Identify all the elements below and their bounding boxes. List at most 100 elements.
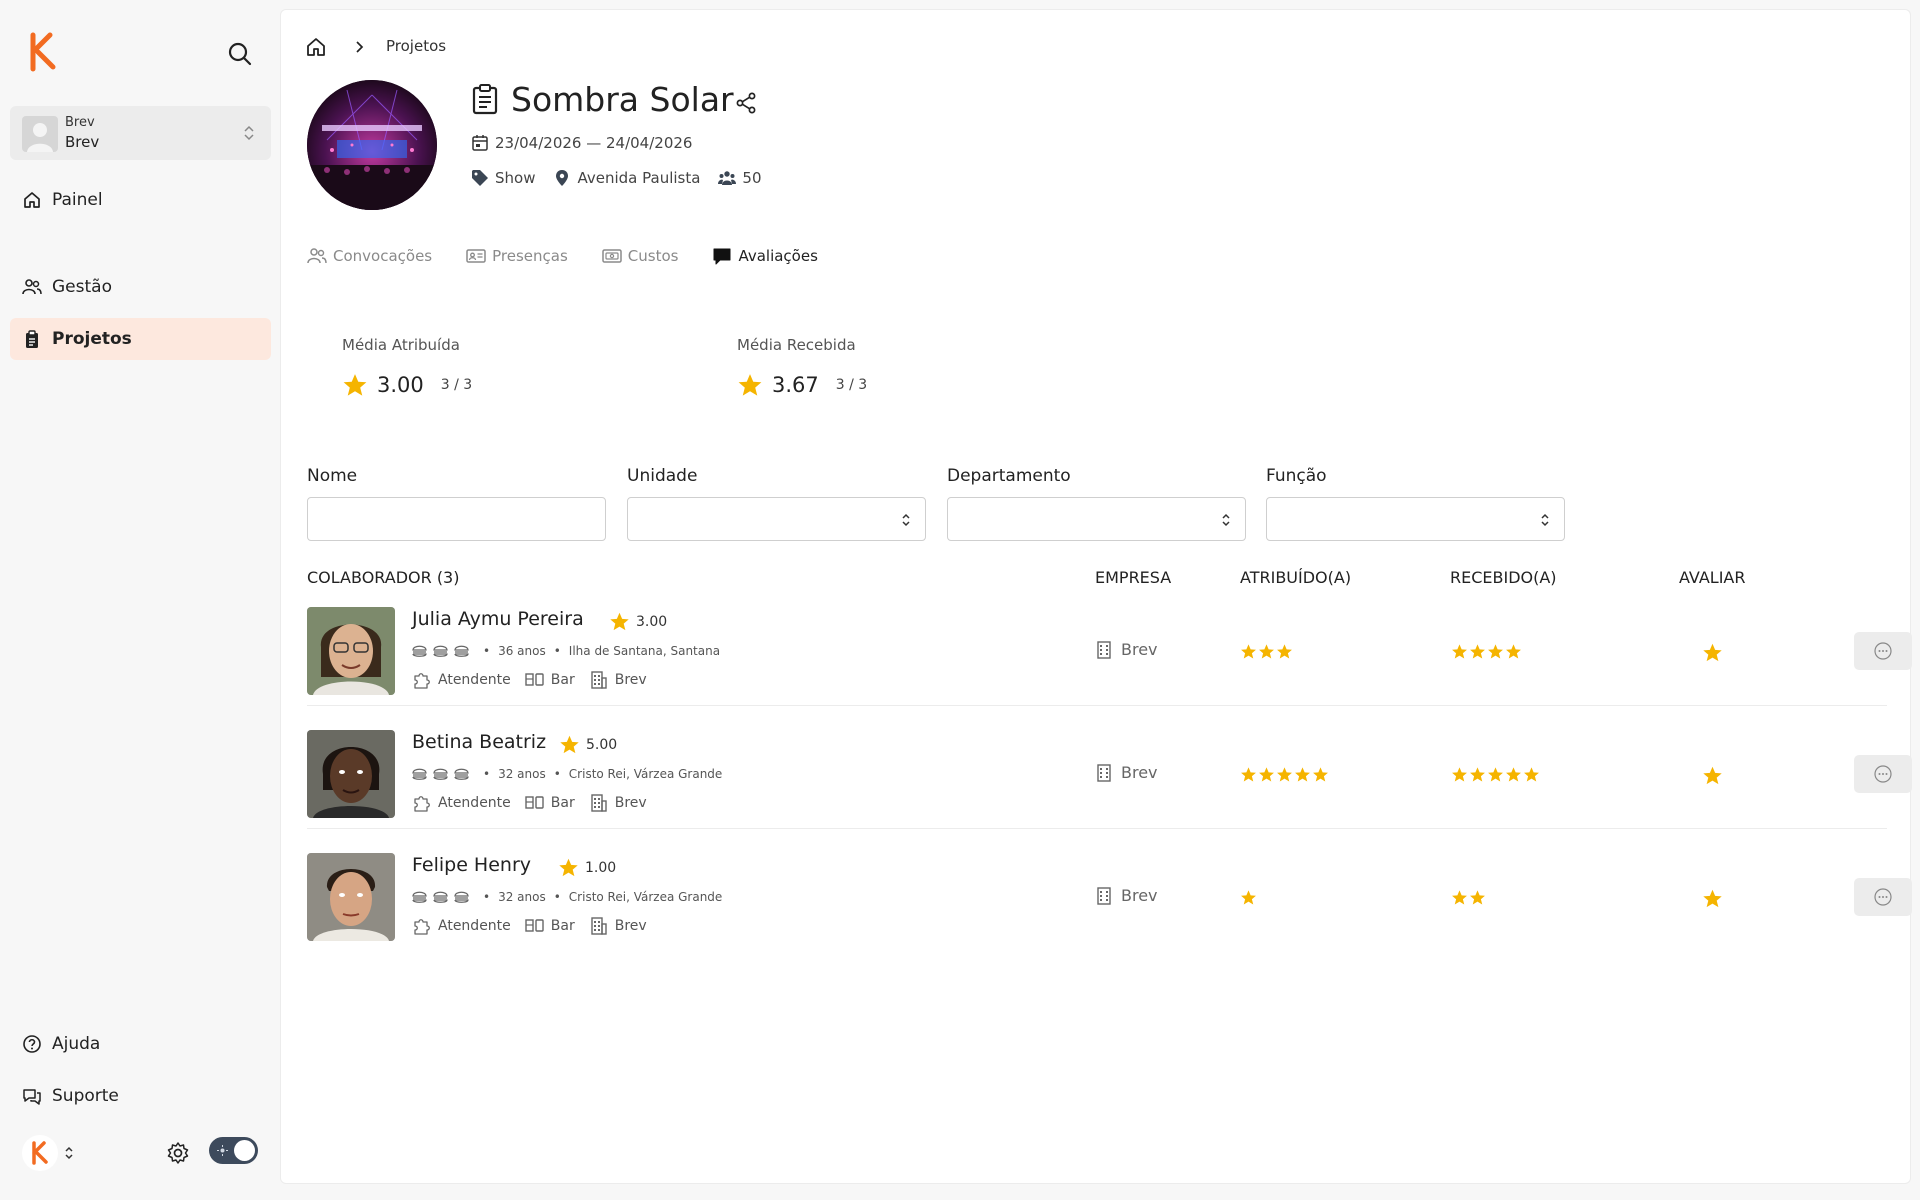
brand-logo-small[interactable]: [22, 1135, 58, 1171]
search-icon[interactable]: [224, 38, 256, 70]
home-icon[interactable]: [305, 36, 327, 58]
column-header-collaborator[interactable]: COLABORADOR (3): [307, 568, 459, 587]
more-icon: [1874, 888, 1892, 906]
people-icon: [718, 171, 737, 185]
hamburger-icon: [412, 768, 427, 780]
unit-select[interactable]: [627, 497, 926, 541]
gear-icon[interactable]: [166, 1141, 190, 1165]
name-input[interactable]: [307, 497, 606, 541]
clipboard-icon: [26, 330, 38, 348]
column-header-given[interactable]: ATRIBUÍDO(A): [1240, 568, 1351, 587]
given-stars: [1240, 643, 1294, 660]
star-icon: [1470, 767, 1485, 782]
given-stars: [1240, 766, 1330, 783]
sidebar-item-suporte[interactable]: Suporte: [10, 1075, 271, 1117]
company-name: Brev: [1121, 886, 1158, 905]
sidebar-item-ajuda[interactable]: Ajuda: [10, 1023, 271, 1065]
puzzle-icon: [414, 919, 430, 935]
id-card-icon: [466, 249, 486, 263]
building-icon: [591, 794, 607, 812]
org-switcher[interactable]: Brev Brev: [10, 106, 271, 160]
main-panel: Projetos Sombra Solar 23/04/2026 — 24/04…: [280, 9, 1912, 1184]
org-name: Brev: [65, 133, 100, 151]
building-icon: [1097, 640, 1111, 659]
more-icon: [1874, 642, 1892, 660]
sidebar-item-painel[interactable]: Painel: [10, 179, 271, 221]
sidebar-item-projetos[interactable]: Projetos: [10, 318, 271, 360]
company-name: Brev: [1121, 763, 1158, 782]
department-select[interactable]: [947, 497, 1246, 541]
star-icon: [1488, 767, 1503, 782]
rate-star-icon[interactable]: [1702, 888, 1723, 909]
building-icon: [1097, 763, 1111, 782]
person-name[interactable]: Felipe Henry: [412, 854, 531, 876]
tab-convocacoes[interactable]: Convocações: [307, 246, 432, 266]
person-sector: Bar: [550, 794, 575, 811]
more-options-button[interactable]: [1854, 878, 1912, 916]
filter-role: Função: [1266, 466, 1565, 541]
rate-star-icon[interactable]: [1702, 642, 1723, 663]
share-icon[interactable]: [734, 91, 758, 115]
sidebar-item-gestao[interactable]: Gestão: [10, 266, 271, 308]
sidebar-item-label: Ajuda: [52, 1034, 101, 1054]
building-icon: [591, 917, 607, 935]
person-role: Atendente: [438, 671, 511, 688]
chevron-updown-icon[interactable]: [64, 1144, 74, 1162]
star-icon: [1241, 890, 1256, 905]
person-name[interactable]: Julia Aymu Pereira: [412, 608, 584, 630]
metric-value: 3.67: [772, 373, 819, 397]
star-icon: [610, 612, 629, 631]
person-tags: Atendente Bar Brev: [412, 793, 647, 812]
star-icon: [1452, 644, 1467, 659]
filter-label: Nome: [307, 466, 358, 486]
avatar: [307, 607, 395, 695]
tab-custos[interactable]: Custos: [602, 246, 679, 266]
calendar-icon: [472, 135, 488, 151]
filter-name: Nome: [307, 466, 606, 541]
tab-label: Presenças: [492, 247, 568, 265]
star-icon: [1241, 767, 1256, 782]
location-pin-icon: [556, 170, 569, 186]
rate-star-icon[interactable]: [1702, 765, 1723, 786]
breadcrumb-current[interactable]: Projetos: [386, 37, 446, 55]
more-options-button[interactable]: [1854, 755, 1912, 793]
help-icon: [23, 1035, 41, 1053]
star-icon: [1470, 890, 1485, 905]
project-type: Show: [495, 169, 536, 187]
person-rating: 3.00: [609, 611, 667, 632]
table-row[interactable]: Felipe Henry 1.00 • 32 anos • Cristo Rei…: [307, 842, 1912, 965]
star-icon: [343, 374, 367, 396]
person-name[interactable]: Betina Beatriz: [412, 731, 546, 753]
person-age: 36 anos: [498, 644, 546, 658]
person-sector: Bar: [550, 671, 575, 688]
tab-presencas[interactable]: Presenças: [466, 246, 568, 266]
role-select[interactable]: [1266, 497, 1565, 541]
sidebar: Brev Brev Painel Gestão Projetos Ajuda S…: [0, 0, 280, 1200]
project-photo: [307, 80, 437, 210]
chat-icon: [23, 1089, 41, 1105]
hamburger-icon: [433, 768, 448, 780]
chevron-updown-icon: [243, 124, 255, 142]
column-header-received[interactable]: RECEBIDO(A): [1450, 568, 1557, 587]
star-icon: [1452, 767, 1467, 782]
star-icon: [1524, 767, 1539, 782]
theme-toggle[interactable]: [209, 1137, 258, 1164]
tab-avaliacoes[interactable]: Avaliações: [712, 246, 818, 266]
column-header-rate[interactable]: AVALIAR: [1679, 568, 1745, 587]
sector-icon: [525, 796, 544, 809]
more-icon: [1874, 765, 1892, 783]
name-input-field[interactable]: [308, 498, 605, 540]
row-divider: [307, 705, 1887, 706]
table-row[interactable]: Betina Beatriz 5.00 • 32 anos • Cristo R…: [307, 719, 1912, 842]
person-info: • 36 anos • Ilha de Santana, Santana: [412, 644, 720, 658]
brand-logo[interactable]: [28, 32, 58, 72]
more-options-button[interactable]: [1854, 632, 1912, 670]
hamburger-icon: [433, 891, 448, 903]
person-age: 32 anos: [498, 890, 546, 904]
tab-label: Custos: [627, 247, 679, 265]
puzzle-icon: [414, 796, 430, 812]
column-header-company[interactable]: EMPRESA: [1095, 568, 1171, 587]
company-cell: Brev: [1095, 886, 1158, 905]
person-tags: Atendente Bar Brev: [412, 916, 647, 935]
table-row[interactable]: Julia Aymu Pereira 3.00 • 36 anos • Ilha…: [307, 596, 1912, 719]
